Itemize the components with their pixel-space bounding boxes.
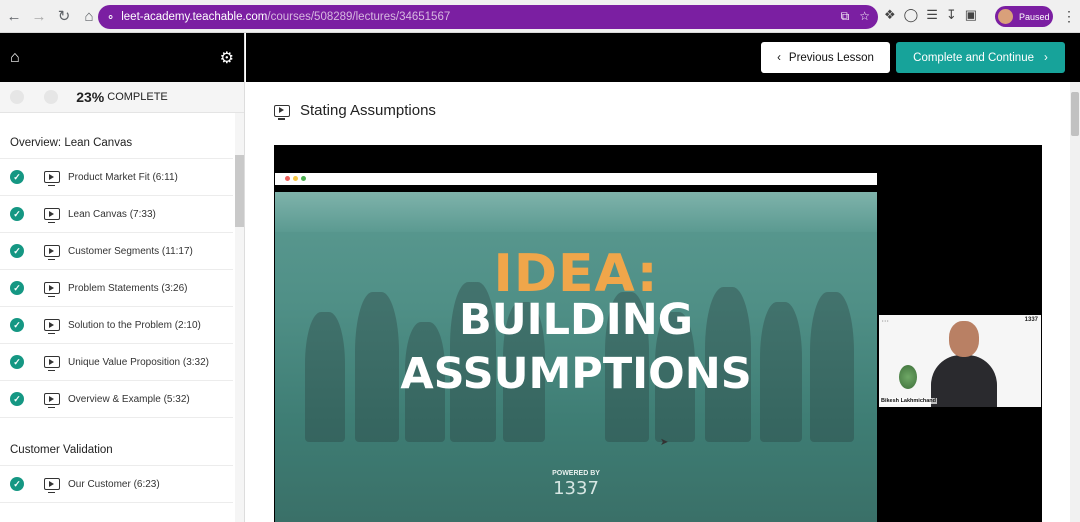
share-icon[interactable]: ⧉ bbox=[841, 9, 850, 24]
lesson-title: Customer Segments (11:17) bbox=[68, 245, 193, 257]
check-icon: ✓ bbox=[10, 355, 24, 369]
url-text: leet-academy.teachable.com/courses/50828… bbox=[121, 11, 451, 23]
reading-list-icon[interactable]: ☰ bbox=[926, 7, 938, 23]
browser-menu-icon[interactable]: ⋮ bbox=[1062, 8, 1076, 25]
lesson-item[interactable]: ✓ Product Market Fit (6:11) bbox=[0, 159, 233, 196]
mouse-cursor-icon: ➤ bbox=[660, 437, 669, 448]
check-icon: ✓ bbox=[10, 207, 24, 221]
video-icon bbox=[44, 208, 60, 223]
video-icon bbox=[44, 393, 60, 408]
lecture-content: Stating Assumptions IDEA: BUILDING ASSUM… bbox=[246, 82, 1080, 522]
cam-header: • • • bbox=[882, 318, 889, 323]
video-icon bbox=[274, 104, 290, 120]
lesson-item[interactable]: ✓ Solution to the Problem (2:10) bbox=[0, 307, 233, 344]
profile-status: Paused bbox=[1019, 11, 1050, 22]
back-icon[interactable]: ← bbox=[3, 5, 25, 27]
slide-window-bar bbox=[275, 173, 877, 185]
lesson-title: Lean Canvas (7:33) bbox=[68, 208, 156, 220]
complete-and-continue-button[interactable]: Complete and Continue › bbox=[896, 42, 1065, 73]
home-icon[interactable]: ⌂ bbox=[10, 49, 20, 67]
video-icon bbox=[44, 282, 60, 297]
lesson-title: Unique Value Proposition (3:32) bbox=[68, 356, 210, 368]
lecture-heading: Stating Assumptions bbox=[274, 102, 436, 120]
slide-background bbox=[275, 192, 877, 232]
cam-logo: 1337 bbox=[1024, 317, 1038, 323]
section-title: Overview: Lean Canvas bbox=[0, 113, 233, 159]
home-icon[interactable]: ⌂ bbox=[78, 5, 100, 27]
placeholder-circle-icon bbox=[44, 90, 58, 104]
browser-toolbar: ← → ↻ ⌂ ⚬ leet-academy.teachable.com/cou… bbox=[0, 0, 1080, 33]
check-icon: ✓ bbox=[10, 318, 24, 332]
lesson-item[interactable]: ✓ Customer Segments (11:17) bbox=[0, 233, 233, 270]
site-info-icon[interactable]: ⚬ bbox=[106, 11, 115, 24]
section-title: Customer Validation bbox=[0, 418, 233, 466]
powered-by-text: POWERED BY bbox=[552, 470, 600, 477]
previous-lesson-button[interactable]: ‹ Previous Lesson bbox=[761, 42, 890, 73]
sidebar-header: ⌂ ⚙ bbox=[0, 33, 244, 82]
video-icon bbox=[44, 171, 60, 186]
course-sidebar: ⌂ ⚙ 23% COMPLETE Overview: Lean Canvas ✓… bbox=[0, 33, 245, 522]
lesson-item[interactable]: ✓ Lean Canvas (7:33) bbox=[0, 196, 233, 233]
slide-heading-assumptions: ASSUMPTIONS bbox=[400, 349, 752, 399]
video-icon bbox=[44, 478, 60, 493]
extensions-puzzle-icon[interactable]: ❖ bbox=[884, 7, 896, 23]
check-icon: ✓ bbox=[10, 170, 24, 184]
lesson-title: Solution to the Problem (2:10) bbox=[68, 319, 201, 331]
check-icon: ✓ bbox=[10, 392, 24, 406]
lecture-topbar: ‹ Previous Lesson Complete and Continue … bbox=[246, 33, 1080, 82]
complete-and-continue-label: Complete and Continue bbox=[913, 51, 1034, 64]
reload-icon[interactable]: ↻ bbox=[53, 5, 75, 27]
course-progress: 23% COMPLETE bbox=[0, 82, 244, 113]
side-panel-icon[interactable]: ▣ bbox=[965, 7, 977, 23]
brand-logo-text: 1337 bbox=[553, 478, 599, 499]
bookmark-star-icon[interactable]: ☆ bbox=[859, 9, 870, 24]
scrollbar-thumb[interactable] bbox=[1071, 92, 1079, 136]
lesson-title: Our Customer (6:23) bbox=[68, 478, 160, 490]
curriculum-list: Overview: Lean Canvas ✓ Product Market Fi… bbox=[0, 113, 233, 522]
check-icon: ✓ bbox=[10, 244, 24, 258]
extension-icon[interactable]: ◯ bbox=[904, 7, 919, 23]
presenter-body bbox=[931, 355, 997, 407]
address-bar[interactable]: ⚬ leet-academy.teachable.com/courses/508… bbox=[98, 5, 878, 29]
progress-label: COMPLETE bbox=[107, 91, 168, 103]
presenter-face bbox=[949, 321, 979, 357]
profile-button[interactable]: Paused bbox=[995, 6, 1053, 27]
placeholder-circle-icon bbox=[10, 90, 24, 104]
avatar bbox=[998, 9, 1013, 24]
video-player[interactable]: IDEA: BUILDING ASSUMPTIONS POWERED BY 13… bbox=[274, 145, 1042, 522]
slide-heading-building: BUILDING bbox=[458, 295, 694, 345]
video-frame: IDEA: BUILDING ASSUMPTIONS POWERED BY 13… bbox=[275, 192, 877, 522]
page-title: Stating Assumptions bbox=[300, 102, 436, 119]
plant-image bbox=[899, 365, 917, 389]
check-icon: ✓ bbox=[10, 477, 24, 491]
presenter-webcam: • • • 1337 Bikesh Lakhmichand bbox=[879, 315, 1041, 407]
gear-icon[interactable]: ⚙ bbox=[220, 48, 234, 68]
lesson-item[interactable]: ✓ Unique Value Proposition (3:32) bbox=[0, 344, 233, 381]
chevron-right-icon: › bbox=[1044, 51, 1048, 64]
lesson-title: Overview & Example (5:32) bbox=[68, 393, 190, 405]
video-icon bbox=[44, 356, 60, 371]
page-scrollbar[interactable] bbox=[1070, 82, 1080, 522]
lesson-title: Problem Statements (3:26) bbox=[68, 282, 188, 294]
lesson-item[interactable]: ✓ Our Customer (6:23) bbox=[0, 466, 233, 503]
sidebar-scrollbar[interactable] bbox=[235, 113, 244, 522]
scrollbar-thumb[interactable] bbox=[235, 155, 244, 227]
lesson-item[interactable]: ✓ Overview & Example (5:32) bbox=[0, 381, 233, 418]
lesson-item[interactable]: ✓ Problem Statements (3:26) bbox=[0, 270, 233, 307]
previous-lesson-label: Previous Lesson bbox=[788, 51, 874, 64]
progress-percent: 23% bbox=[76, 89, 105, 105]
lesson-title: Product Market Fit (6:11) bbox=[68, 171, 178, 183]
forward-icon[interactable]: → bbox=[28, 5, 50, 27]
presenter-name: Bikesh Lakhmichand bbox=[880, 398, 938, 404]
check-icon: ✓ bbox=[10, 281, 24, 295]
video-icon bbox=[44, 319, 60, 334]
video-icon bbox=[44, 245, 60, 260]
download-icon[interactable]: ↧ bbox=[946, 7, 957, 23]
chevron-left-icon: ‹ bbox=[777, 51, 781, 64]
